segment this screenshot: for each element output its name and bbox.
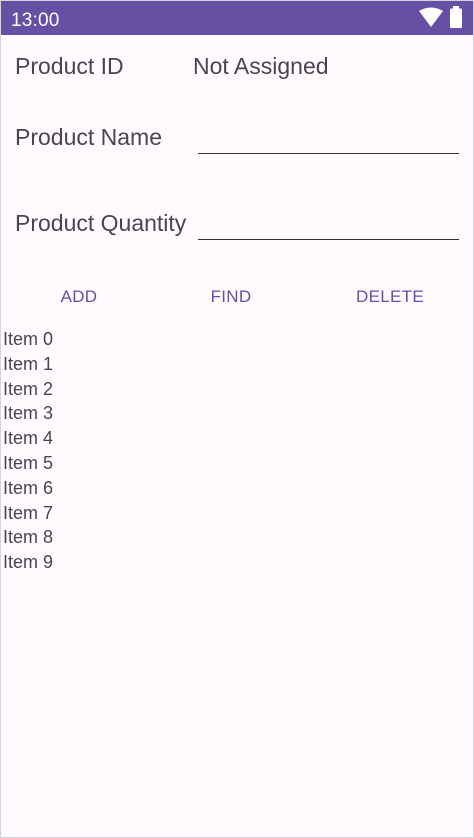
list-item[interactable]: Item 3 xyxy=(3,403,53,428)
wifi-icon xyxy=(419,7,443,32)
status-icons xyxy=(419,5,463,33)
list-item[interactable]: Item 7 xyxy=(3,503,53,528)
list-item[interactable]: Item 5 xyxy=(3,453,53,478)
find-button[interactable]: FIND xyxy=(193,285,269,309)
status-bar: 13:00 xyxy=(1,1,473,35)
product-id-label: Product ID xyxy=(15,53,124,79)
product-quantity-label: Product Quantity xyxy=(15,210,187,236)
list-item[interactable]: Item 4 xyxy=(3,428,53,453)
battery-icon xyxy=(449,5,463,33)
list-item[interactable]: Item 6 xyxy=(3,478,53,503)
product-name-label: Product Name xyxy=(15,124,163,150)
list-item[interactable]: Item 2 xyxy=(3,379,53,404)
list-item[interactable]: Item 1 xyxy=(3,354,53,379)
list-item[interactable]: Item 8 xyxy=(3,527,53,552)
add-button[interactable]: ADD xyxy=(41,285,117,309)
phone-screen: 13:00 Product ID Not Assigned Product Na… xyxy=(0,0,474,838)
list-item[interactable]: Item 0 xyxy=(3,329,53,354)
delete-button[interactable]: DELETE xyxy=(345,285,435,309)
list-item[interactable]: Item 9 xyxy=(3,552,53,577)
product-id-value: Not Assigned xyxy=(193,53,329,79)
status-time: 13:00 xyxy=(11,10,60,31)
product-quantity-input[interactable] xyxy=(198,239,459,240)
product-list: Item 0 Item 1 Item 2 Item 3 Item 4 Item … xyxy=(3,329,53,577)
product-name-input[interactable] xyxy=(198,153,459,154)
